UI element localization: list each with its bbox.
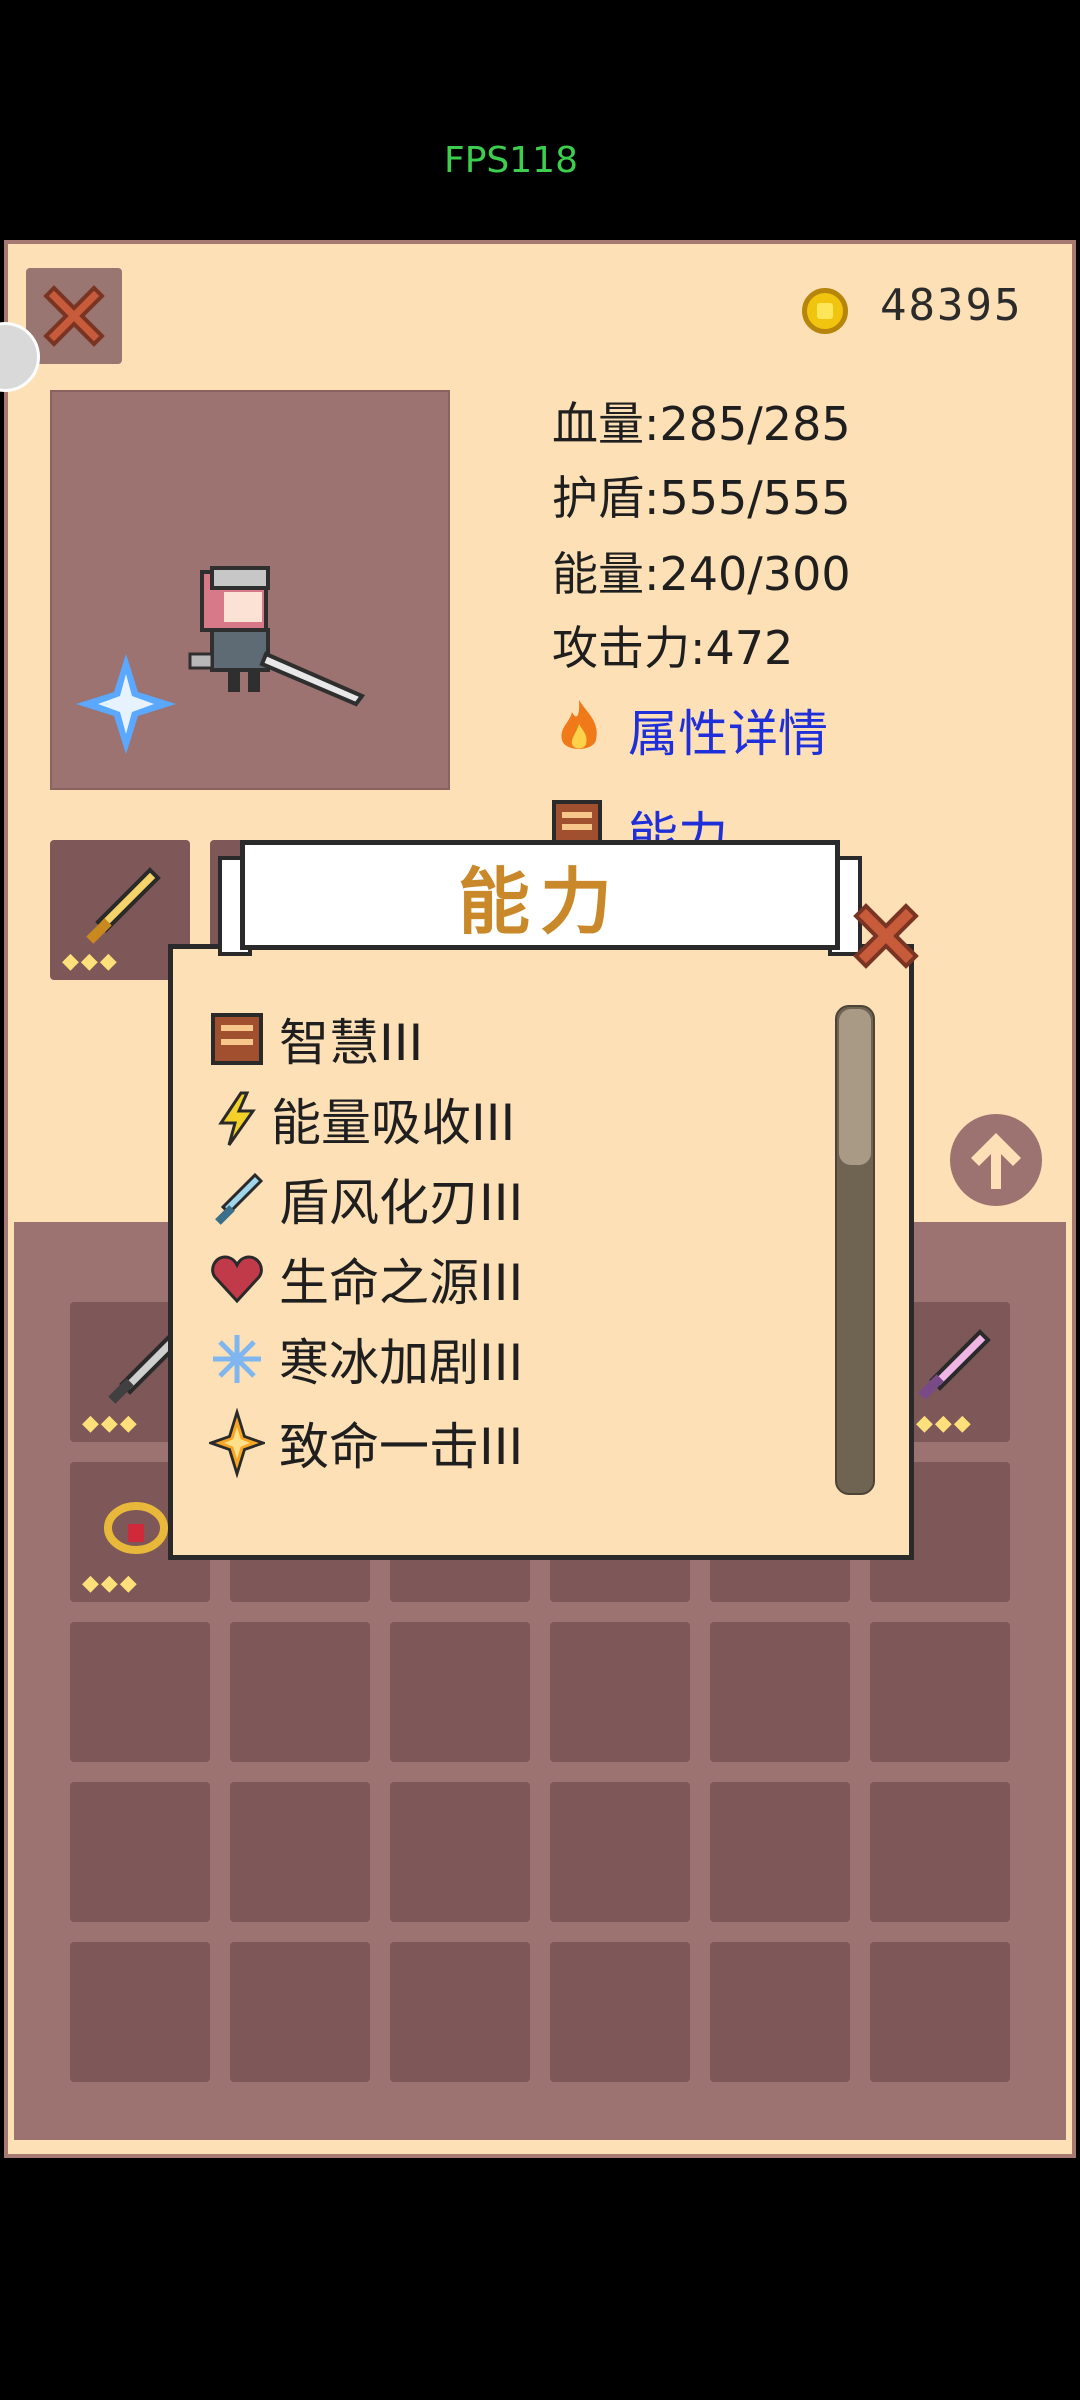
sparkle-icon [76, 654, 176, 754]
heart-icon [209, 1251, 265, 1307]
attribute-details-link[interactable]: 属性详情 [628, 694, 828, 766]
attack-stat: 攻击力:472 [552, 621, 794, 675]
ability-label: 智慧III [279, 1014, 424, 1072]
inventory-slot[interactable] [870, 1942, 1010, 2082]
ability-item: 能量吸收III [209, 1083, 515, 1155]
inventory-slot[interactable] [70, 1622, 210, 1762]
modal-close-button[interactable] [846, 896, 926, 976]
ability-label: 致命一击III [279, 1418, 524, 1476]
inventory-slot[interactable] [390, 1942, 530, 2082]
ability-link[interactable]: 能力 [628, 796, 728, 840]
ability-label: 寒冰加剧III [279, 1334, 524, 1392]
shield-stat: 护盾:555/555 [552, 471, 851, 525]
ability-item: 生命之源III [209, 1243, 523, 1315]
arrow-up-icon [971, 1133, 1021, 1189]
inventory-slot[interactable] [550, 1942, 690, 2082]
ability-label: 能量吸收III [271, 1094, 516, 1152]
inventory-slot[interactable] [390, 1782, 530, 1922]
hp-stat: 血量:285/285 [552, 397, 851, 451]
inventory-slot[interactable] [70, 1782, 210, 1922]
ability-label: 盾风化刃III [279, 1174, 524, 1232]
coin-count: 48395 [880, 280, 1023, 331]
inventory-slot[interactable] [390, 1622, 530, 1762]
inventory-slot[interactable] [70, 1942, 210, 2082]
modal-title: 能力 [457, 859, 622, 944]
snowflake-icon [209, 1331, 265, 1387]
inventory-slot[interactable] [710, 1942, 850, 2082]
upgrade-button[interactable] [950, 1114, 1042, 1206]
ability-item: 寒冰加剧III [209, 1323, 523, 1395]
ability-modal: 智慧III 能量吸收III 盾风化刃III 生命之源III 寒冰加剧III 致命… [168, 944, 914, 1560]
inventory-slot[interactable] [710, 1782, 850, 1922]
ability-item: 致命一击III [209, 1407, 523, 1479]
inventory-slot[interactable] [870, 1782, 1010, 1922]
ability-modal-header: 能力 [240, 840, 840, 950]
ability-label: 生命之源III [279, 1254, 524, 1312]
character-portrait [50, 390, 450, 790]
lightning-icon [209, 1091, 265, 1147]
ability-item: 智慧III [209, 1003, 423, 1075]
close-icon [853, 903, 919, 969]
book-icon [209, 1011, 265, 1067]
inventory-slot[interactable] [230, 1622, 370, 1762]
rarity-stars: ◆◆◆ [62, 949, 119, 974]
ability-scrollbar[interactable] [835, 1005, 875, 1495]
inventory-slot[interactable] [710, 1622, 850, 1762]
inventory-slot[interactable] [870, 1622, 1010, 1762]
fps-counter: FPS118 [444, 140, 578, 181]
character-sprite [76, 566, 366, 754]
inventory-slot[interactable] [230, 1942, 370, 2082]
star-burst-icon [209, 1408, 265, 1478]
energy-stat: 能量:240/300 [552, 547, 851, 601]
coin-icon [802, 288, 848, 334]
inventory-slot[interactable] [230, 1782, 370, 1922]
close-icon [43, 285, 105, 347]
inventory-slot[interactable] [550, 1782, 690, 1922]
inventory-slot[interactable] [550, 1622, 690, 1762]
close-button[interactable] [26, 268, 122, 364]
sword-icon [209, 1171, 265, 1227]
ability-item: 盾风化刃III [209, 1163, 523, 1235]
fire-icon [561, 700, 597, 749]
scrollbar-thumb[interactable] [839, 1009, 871, 1165]
